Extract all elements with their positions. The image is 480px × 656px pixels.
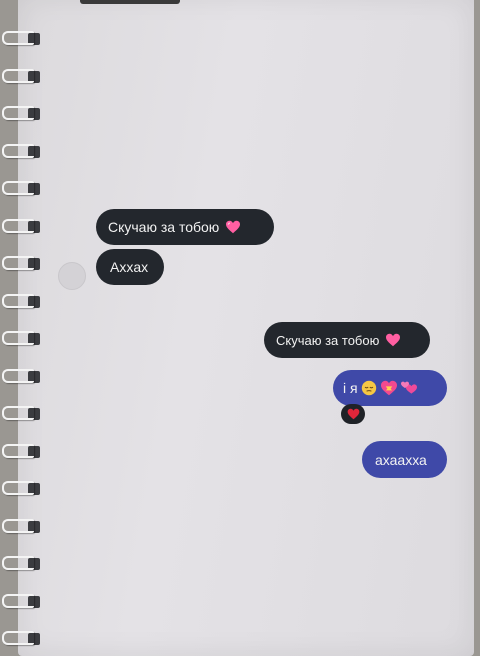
message-text: Ахxax [110,259,149,275]
ring-wire [2,143,34,158]
incoming-message-1[interactable]: Скучаю за тобою [96,209,274,245]
ring-wire [2,593,34,608]
ring-wire [2,31,34,45]
spiral-ring [2,30,40,46]
ring-wire [2,556,34,570]
ring-wire [2,293,34,308]
red-heart-icon [347,408,359,420]
ring-wire [2,406,34,420]
outgoing-message-2[interactable]: і я [333,370,447,406]
ring-wire [2,481,34,495]
outgoing-message-3[interactable]: ахаахха [362,441,447,478]
heart-with-ribbon-icon [380,380,397,396]
spiral-ring [2,255,40,271]
ring-wire [2,631,34,645]
ring-wire [2,368,34,383]
spiral-ring [2,405,40,421]
message-text: Скучаю за тобою [276,332,380,348]
message-text: і я [343,380,358,396]
spiral-ring [2,480,40,496]
spiral-ring [2,293,40,309]
message-text: ахаахха [375,451,427,468]
ring-wire [2,443,34,458]
message-text: Скучаю за тобою [108,219,220,235]
avatar[interactable] [58,262,86,290]
spiral-ring [2,180,40,196]
ring-wire [2,106,34,120]
ring-wire [2,68,34,83]
photo-top-object [80,0,180,4]
spiral-ring [2,555,40,571]
spiral-ring [2,330,40,346]
spiral-ring [2,68,40,84]
pink-heart-icon [386,333,401,347]
spiral-ring [2,630,40,646]
ring-wire [2,218,34,233]
outgoing-message-1[interactable]: Скучаю за тобою [264,322,430,358]
spiral-ring [2,368,40,384]
two-hearts-icon [400,381,417,394]
message-reaction[interactable] [341,404,365,424]
pink-heart-icon [226,220,241,234]
incoming-message-2[interactable]: Ахxax [96,249,164,285]
spiral-ring [2,593,40,609]
ring-wire [2,331,34,345]
ring-wire [2,181,34,195]
spiral-ring [2,105,40,121]
spiral-ring [2,143,40,159]
pensive-face-icon [361,380,376,396]
ring-wire [2,518,34,533]
spiral-ring [2,518,40,534]
spiral-ring [2,218,40,234]
ring-wire [2,256,34,270]
spiral-ring [2,443,40,459]
